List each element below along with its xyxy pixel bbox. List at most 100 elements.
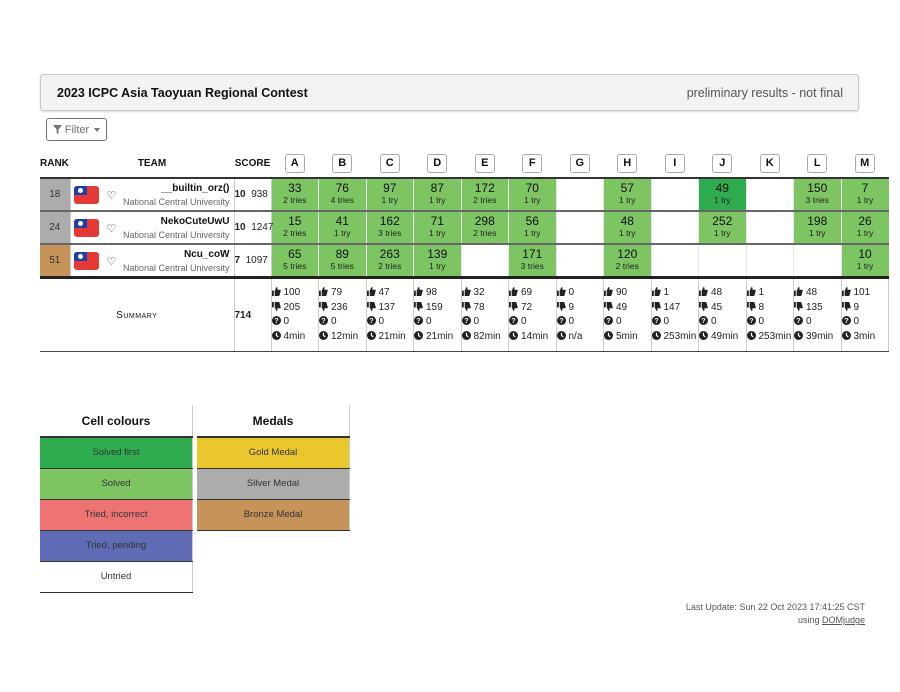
problem-cell-j[interactable]: 252 1 try [699, 212, 746, 243]
clock-icon [556, 330, 566, 340]
problem-badge-m[interactable]: M [854, 154, 875, 173]
problem-cell-g [557, 212, 604, 243]
problem-badge-j[interactable]: J [712, 154, 733, 173]
problem-cell-l[interactable]: 150 3 tries [794, 179, 841, 210]
team-name[interactable]: __builtin_orz() [161, 183, 229, 194]
problem-cell-d[interactable]: 71 1 try [414, 212, 461, 243]
problem-cell-f[interactable]: 70 1 try [509, 179, 556, 210]
team-row[interactable]: 24 ♡ NekoCuteUwU National Central Univer… [40, 211, 889, 245]
team-cell[interactable]: ♡ NekoCuteUwU National Central Universit… [70, 211, 235, 245]
problem-badge-d[interactable]: D [427, 154, 448, 173]
solve-time: 172 [474, 181, 495, 195]
problem-cell-e[interactable]: 172 2 tries [461, 179, 508, 210]
problem-cell-b[interactable]: 41 1 try [319, 212, 366, 243]
solve-time: 70 [525, 181, 539, 195]
last-update: Last Update: Sun 22 Oct 2023 17:41:25 CS… [685, 602, 865, 612]
problem-badge-l[interactable]: L [807, 154, 828, 173]
pending-count: 0 [426, 316, 432, 327]
problem-cell-j[interactable]: 49 1 try [699, 179, 746, 210]
solve-time: 49 [715, 181, 729, 195]
pending-count: 0 [378, 316, 385, 327]
problem-cell-e[interactable]: 298 2 tries [461, 212, 508, 243]
tries-count: 1 try [428, 195, 446, 205]
using-text: using [797, 615, 820, 625]
pending-count: 0 [331, 316, 337, 327]
problem-cell-c[interactable]: 263 2 tries [366, 245, 413, 276]
cell-colours-legend: Cell colours Solved first Solved Tried, in… [40, 405, 193, 593]
correct-count: 69 [521, 287, 533, 298]
incorrect-count: 78 [473, 301, 485, 313]
problem-cell-a[interactable]: 65 5 tries [271, 245, 318, 276]
question-icon: ? [556, 316, 566, 325]
team-affiliation: National Central University [122, 197, 230, 207]
tries-count: 1 try [523, 228, 541, 238]
clock-icon [651, 330, 661, 340]
problem-cell-f[interactable]: 171 3 tries [509, 245, 556, 276]
problem-cell-m[interactable]: 10 1 try [841, 245, 889, 276]
problem-cell-a[interactable]: 33 2 tries [271, 179, 318, 210]
problem-cell-l[interactable]: 198 1 try [794, 212, 841, 243]
problem-cell-m[interactable]: 71 try [841, 179, 889, 210]
tries-count: 2 tries [473, 195, 497, 205]
problem-badge-i[interactable]: I [664, 154, 685, 173]
tries-count: 2 tries [473, 228, 497, 238]
penalty-time: 938 [251, 189, 268, 200]
team-name[interactable]: Ncu_coW [184, 249, 230, 260]
question-icon: ? [509, 316, 518, 325]
favorite-heart-icon[interactable]: ♡ [107, 255, 117, 268]
problem-badge-g[interactable]: G [569, 154, 590, 173]
team-name[interactable]: NekoCuteUwU [161, 216, 230, 227]
problem-cell-d[interactable]: 139 1 try [414, 245, 461, 276]
team-cell[interactable]: ♡ Ncu_coW National Central University [70, 244, 235, 279]
problem-badge-e[interactable]: E [474, 154, 495, 173]
team-cell[interactable]: ♡ __builtin_orz() National Central Unive… [70, 178, 235, 212]
team-affiliation: National Central University [122, 230, 230, 240]
problem-cell-c[interactable]: 162 3 tries [366, 212, 413, 243]
filter-button[interactable]: Filter [46, 118, 107, 141]
problem-cell-b[interactable]: 76 4 tries [319, 179, 366, 210]
legend-cell-colour: Untried [40, 561, 193, 593]
tries-count: 5 tries [283, 261, 307, 271]
summary-cell-i: 1 147 ? 0 253min [651, 277, 699, 352]
solve-time: 7 [861, 181, 869, 195]
solve-time: 76 [335, 181, 349, 195]
tries-count: 1 try [713, 195, 731, 205]
problem-cell-a[interactable]: 15 2 tries [271, 212, 318, 243]
medals-title: Medals [197, 405, 350, 438]
thumbs-down-icon [556, 301, 566, 311]
problem-badge-c[interactable]: C [379, 154, 400, 173]
incorrect-count: 137 [378, 301, 396, 313]
pending-count: 0 [616, 316, 622, 327]
problem-cell-d[interactable]: 87 1 try [414, 179, 461, 210]
problem-cell-m[interactable]: 26 1 try [841, 212, 889, 243]
problem-cell-c[interactable]: 97 1 try [366, 179, 413, 210]
svg-text:?: ? [606, 316, 610, 325]
first-solve-time: 39min [806, 330, 834, 342]
question-icon: ? [604, 316, 613, 325]
favorite-heart-icon[interactable]: ♡ [107, 222, 117, 235]
tries-count: 1 try [428, 228, 446, 238]
team-row[interactable]: 51 ♡ Ncu_coW National Central University… [40, 244, 889, 279]
problem-cell-f[interactable]: 56 1 try [509, 212, 556, 243]
problem-cell-h[interactable]: 48 1 try [604, 212, 651, 243]
domjudge-link[interactable]: DOMjudge [822, 615, 865, 625]
correct-count: 90 [616, 287, 628, 298]
team-row[interactable]: 18 ♡ __builtin_orz() National Central Un… [40, 178, 889, 212]
favorite-heart-icon[interactable]: ♡ [107, 189, 117, 202]
tries-count: 2 tries [615, 261, 639, 271]
question-icon: ? [414, 316, 423, 325]
problem-cell-h[interactable]: 120 2 tries [604, 245, 651, 276]
preliminary-note: preliminary results - not final [686, 86, 843, 100]
problem-cell-h[interactable]: 57 1 try [604, 179, 651, 210]
footer: Last Update: Sun 22 Oct 2023 17:41:25 CS… [686, 601, 865, 627]
problem-badge-b[interactable]: B [332, 154, 353, 173]
problem-badge-a[interactable]: A [284, 154, 305, 173]
thumbs-down-icon [366, 301, 376, 311]
problem-badge-h[interactable]: H [617, 154, 638, 173]
problem-badge-k[interactable]: K [759, 154, 780, 173]
problem-cell-b[interactable]: 89 5 tries [319, 245, 366, 276]
taiwan-flag [73, 186, 99, 204]
question-icon: ? [271, 316, 281, 325]
problem-badge-f[interactable]: F [522, 154, 543, 173]
incorrect-count: 9 [568, 301, 575, 313]
